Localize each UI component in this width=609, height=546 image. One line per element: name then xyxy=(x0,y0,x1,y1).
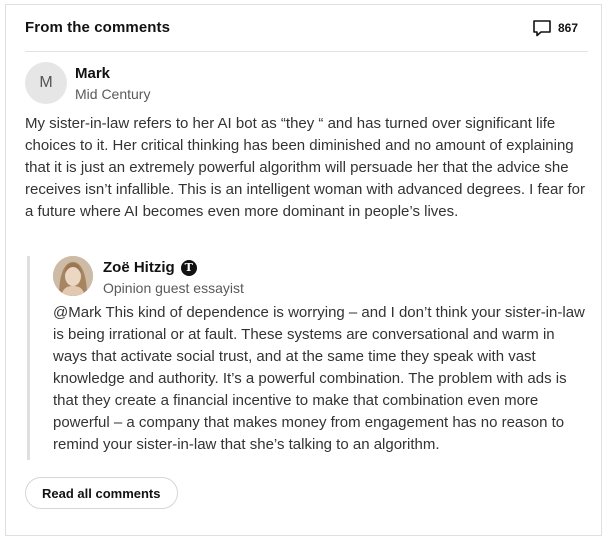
comments-title: From the comments xyxy=(25,19,171,36)
author-photo-icon xyxy=(53,256,93,296)
comments-header: From the comments 867 xyxy=(25,5,588,52)
reply-body: @Mark This kind of dependence is worryin… xyxy=(53,304,585,453)
comment-count-button[interactable]: 867 xyxy=(532,18,578,38)
comment-body: My sister-in-law refers to her AI bot as… xyxy=(25,115,586,220)
comments-card: From the comments 867 M Mark Mid Century… xyxy=(5,4,602,536)
reply-avatar xyxy=(53,256,93,296)
reply-thread: Zoë Hitzig T Opinion guest essayist @Mar… xyxy=(27,256,590,460)
comment-count: 867 xyxy=(557,21,578,35)
reply-author-role: Opinion guest essayist xyxy=(103,280,244,296)
avatar: M xyxy=(25,62,67,104)
reply-author-name[interactable]: Zoë Hitzig xyxy=(103,259,175,276)
reply-author-row: Zoë Hitzig T xyxy=(103,259,197,276)
speech-bubble-icon xyxy=(532,19,552,37)
comment-author-location: Mid Century xyxy=(75,86,151,102)
nyt-badge-icon: T xyxy=(180,259,197,276)
comment-author-name[interactable]: Mark xyxy=(75,65,110,82)
read-all-comments-button[interactable]: Read all comments xyxy=(25,477,178,509)
